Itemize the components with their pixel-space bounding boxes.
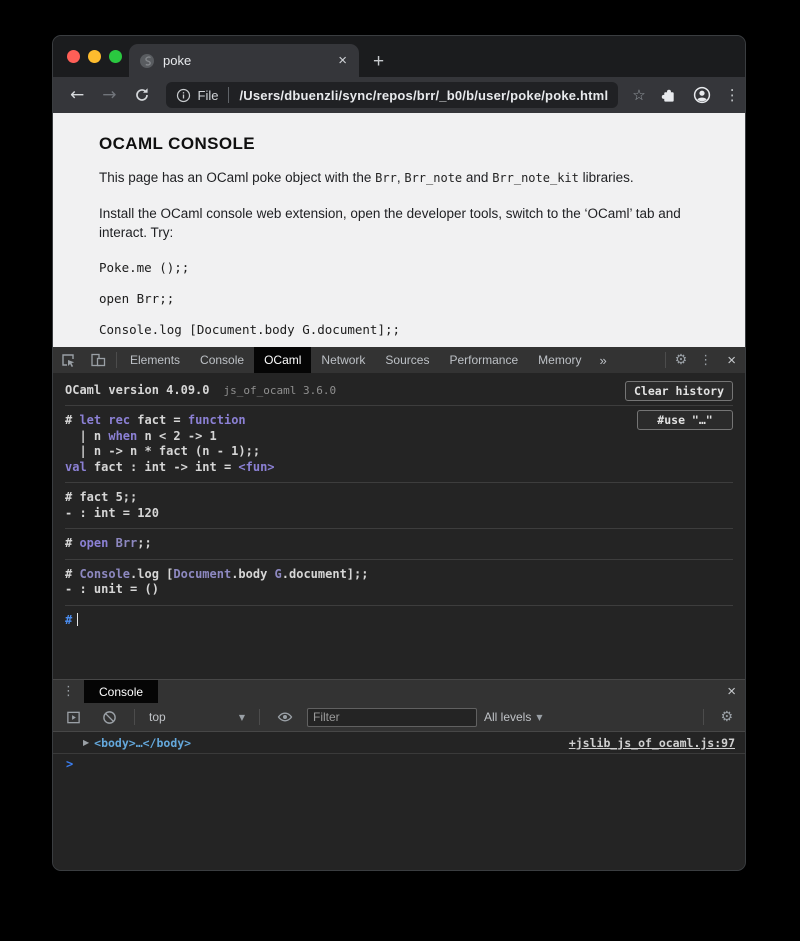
browser-tab[interactable]: poke ×: [129, 44, 359, 77]
tab-performance[interactable]: Performance: [439, 347, 528, 373]
drawer-close-icon[interactable]: ×: [718, 683, 745, 700]
tab-elements[interactable]: Elements: [120, 347, 190, 373]
separator: [703, 709, 704, 725]
tab-title: poke: [163, 53, 336, 68]
clear-history-button[interactable]: Clear history: [625, 381, 733, 401]
chevron-down-icon: ▼: [239, 713, 245, 722]
tab-network[interactable]: Network: [311, 347, 375, 373]
separator: [259, 709, 260, 725]
repl-entry-open-brr: # open Brr;;: [65, 528, 733, 559]
browser-window: poke × + ← → File /Users/dbuenzli/sync/r…: [52, 35, 746, 871]
forward-icon[interactable]: →: [95, 87, 123, 104]
drawer-tabbar: ⋮ Console ×: [53, 679, 745, 703]
console-settings-gear-icon[interactable]: ⚙: [714, 709, 739, 725]
separator: [665, 352, 666, 368]
devtools-close-icon[interactable]: ×: [718, 352, 745, 369]
context-selected-value: top: [149, 710, 166, 724]
page-info-icon[interactable]: [176, 88, 191, 103]
extensions-puzzle-icon[interactable]: [654, 87, 683, 104]
source-location-link[interactable]: +jslib_js_of_ocaml.js:97: [569, 736, 735, 750]
drawer-menu-icon[interactable]: ⋮: [53, 684, 84, 699]
devtools-menu-icon[interactable]: ⋮: [693, 353, 718, 368]
log-levels-selector[interactable]: All levels ▼: [484, 710, 543, 724]
tab-favicon-icon: [139, 53, 155, 69]
tab-strip: poke × +: [53, 36, 745, 77]
console-empty-area: [53, 775, 745, 870]
window-controls: [67, 50, 122, 63]
logged-dom-node[interactable]: <body>…</body>: [94, 736, 191, 750]
more-tabs-icon[interactable]: »: [592, 353, 615, 368]
devtools-tabbar: Elements Console OCaml Network Sources P…: [53, 347, 745, 373]
filter-input[interactable]: [307, 708, 477, 727]
ocaml-console-buttons: Clear history #use "…": [625, 381, 733, 430]
profile-avatar-icon[interactable]: [687, 86, 717, 104]
repl-entry-fact-call: # fact 5;;- : int = 120: [65, 482, 733, 528]
text-caret: [77, 613, 78, 626]
separator: [228, 87, 229, 103]
back-icon[interactable]: ←: [63, 87, 91, 104]
drawer-tab-console[interactable]: Console: [84, 680, 158, 703]
code-sample-console-log: Console.log [Document.body G.document];;: [99, 322, 699, 337]
inspect-element-icon[interactable]: [53, 352, 83, 368]
expand-triangle-icon[interactable]: ▶: [83, 738, 89, 747]
zoom-window-button[interactable]: [109, 50, 122, 63]
page-title: OCAML CONSOLE: [99, 134, 699, 154]
context-selector[interactable]: top ▼: [145, 710, 249, 724]
clear-console-icon[interactable]: [95, 710, 124, 725]
devtools-settings-gear-icon[interactable]: ⚙: [669, 352, 694, 368]
tab-sources[interactable]: Sources: [375, 347, 439, 373]
separator: [134, 709, 135, 725]
console-toolbar: top ▼ All levels ▼ ⚙: [53, 703, 745, 732]
bookmark-star-icon[interactable]: ☆: [628, 86, 649, 104]
repl-input-line[interactable]: #: [65, 605, 733, 636]
code-sample-open: open Brr;;: [99, 291, 699, 306]
repl-entry-console-log: # Console.log [Document.body G.document]…: [65, 559, 733, 605]
ocaml-console-panel[interactable]: Clear history #use "…" OCaml version 4.0…: [53, 373, 745, 679]
use-file-button[interactable]: #use "…": [637, 410, 733, 430]
page-paragraph-instructions: Install the OCaml console web extension,…: [99, 204, 699, 243]
repl-prompt: #: [65, 613, 72, 627]
tab-memory[interactable]: Memory: [528, 347, 591, 373]
web-page-content: OCAML CONSOLE This page has an OCaml pok…: [53, 113, 745, 347]
code-sample-poke: Poke.me ();;: [99, 260, 699, 275]
close-window-button[interactable]: [67, 50, 80, 63]
tab-console[interactable]: Console: [190, 347, 254, 373]
page-paragraph-libraries: This page has an OCaml poke object with …: [99, 170, 699, 187]
url-text[interactable]: /Users/dbuenzli/sync/repos/brr/_b0/b/use…: [239, 88, 608, 103]
desktop-background: poke × + ← → File /Users/dbuenzli/sync/r…: [0, 0, 800, 941]
browser-menu-icon[interactable]: ⋮: [721, 86, 744, 104]
tab-close-icon[interactable]: ×: [336, 52, 349, 69]
console-sidebar-icon[interactable]: [59, 710, 88, 725]
device-toolbar-icon[interactable]: [83, 352, 113, 368]
log-levels-value: All levels: [484, 710, 531, 724]
chevron-down-icon: ▼: [536, 713, 542, 722]
address-bar[interactable]: File /Users/dbuenzli/sync/repos/brr/_b0/…: [166, 82, 619, 108]
url-scheme-label: File: [198, 88, 219, 103]
reload-icon[interactable]: [128, 87, 156, 103]
ocaml-version: OCaml version 4.09.0: [65, 383, 210, 397]
console-input-line[interactable]: >: [53, 754, 745, 775]
jsofocaml-version: js_of_ocaml 3.6.0: [224, 384, 337, 397]
live-expression-eye-icon[interactable]: [270, 709, 300, 725]
tab-ocaml[interactable]: OCaml: [254, 347, 311, 373]
new-tab-button[interactable]: +: [373, 52, 384, 71]
console-log-row[interactable]: ▶ <body>…</body> +jslib_js_of_ocaml.js:9…: [53, 732, 745, 754]
console-prompt-chevron: >: [66, 757, 73, 771]
separator: [116, 352, 117, 368]
minimize-window-button[interactable]: [88, 50, 101, 63]
browser-toolbar: ← → File /Users/dbuenzli/sync/repos/brr/…: [53, 77, 745, 113]
